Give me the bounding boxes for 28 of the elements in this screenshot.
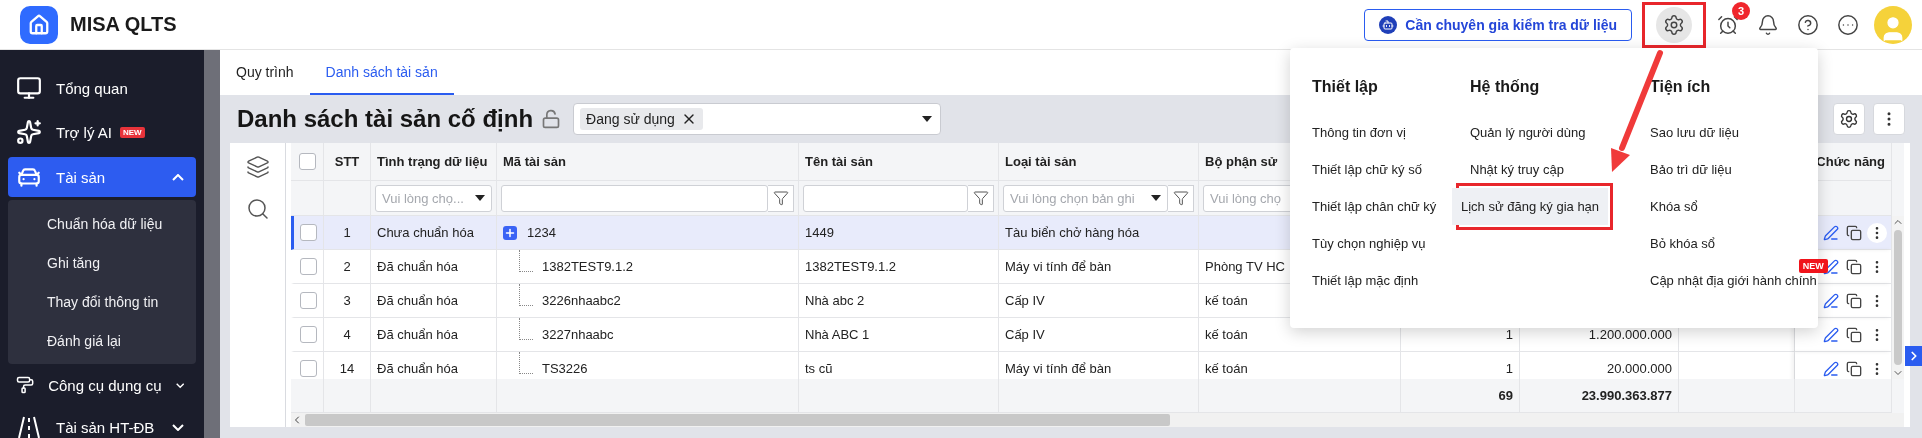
- menu-item-label: Sao lưu dữ liệu: [1650, 125, 1739, 140]
- menu-item-label: Nhật ký truy cập: [1470, 162, 1564, 177]
- menu-item-label: Thiết lập chân chữ ký: [1312, 199, 1437, 214]
- sidebar-label: Tài sản HT-ĐB: [56, 418, 155, 436]
- asset-code: 1382TEST9.1.2: [542, 259, 634, 274]
- menu-item-label: Tùy chọn nghiệp vụ: [1312, 236, 1426, 251]
- new-badge: NEW: [119, 126, 145, 138]
- menu-item-label: Lịch sử đăng ký gia hạn: [1461, 199, 1600, 214]
- menu-item-label: Quản lý người dùng: [1470, 125, 1586, 140]
- sidebar-label: Tổng quan: [56, 79, 128, 97]
- menu-item-label: Bảo trì dữ liệu: [1650, 162, 1732, 177]
- sidebar-label: Công cụ dụng cụ: [48, 376, 162, 394]
- asset-code: 3227nhaabc: [542, 327, 614, 342]
- sidebar-label: Trợ lý AI: [56, 123, 112, 141]
- asset-code: 3226nhaabc2: [542, 293, 621, 308]
- menu-item-label: Thông tin đơn vị: [1312, 125, 1406, 140]
- asset-code: TS3226: [542, 361, 588, 376]
- menu-heading: Tiện ích: [1650, 78, 1711, 97]
- menu-heading: Hệ thống: [1470, 78, 1540, 97]
- new-badge: NEW: [1798, 259, 1828, 273]
- menu-item-label: Khóa sổ: [1650, 199, 1698, 214]
- asset-code: 1234: [527, 225, 556, 240]
- app-name: MISA QLTS: [70, 13, 177, 36]
- menu-item-label: Bỏ khóa sổ: [1650, 236, 1716, 251]
- page-title: Danh sách tài sản cố định: [237, 105, 534, 133]
- menu-heading: Thiết lập: [1312, 78, 1378, 97]
- sidebar-label: Tài sản: [56, 168, 106, 186]
- count-badge: 3: [1732, 1, 1750, 20]
